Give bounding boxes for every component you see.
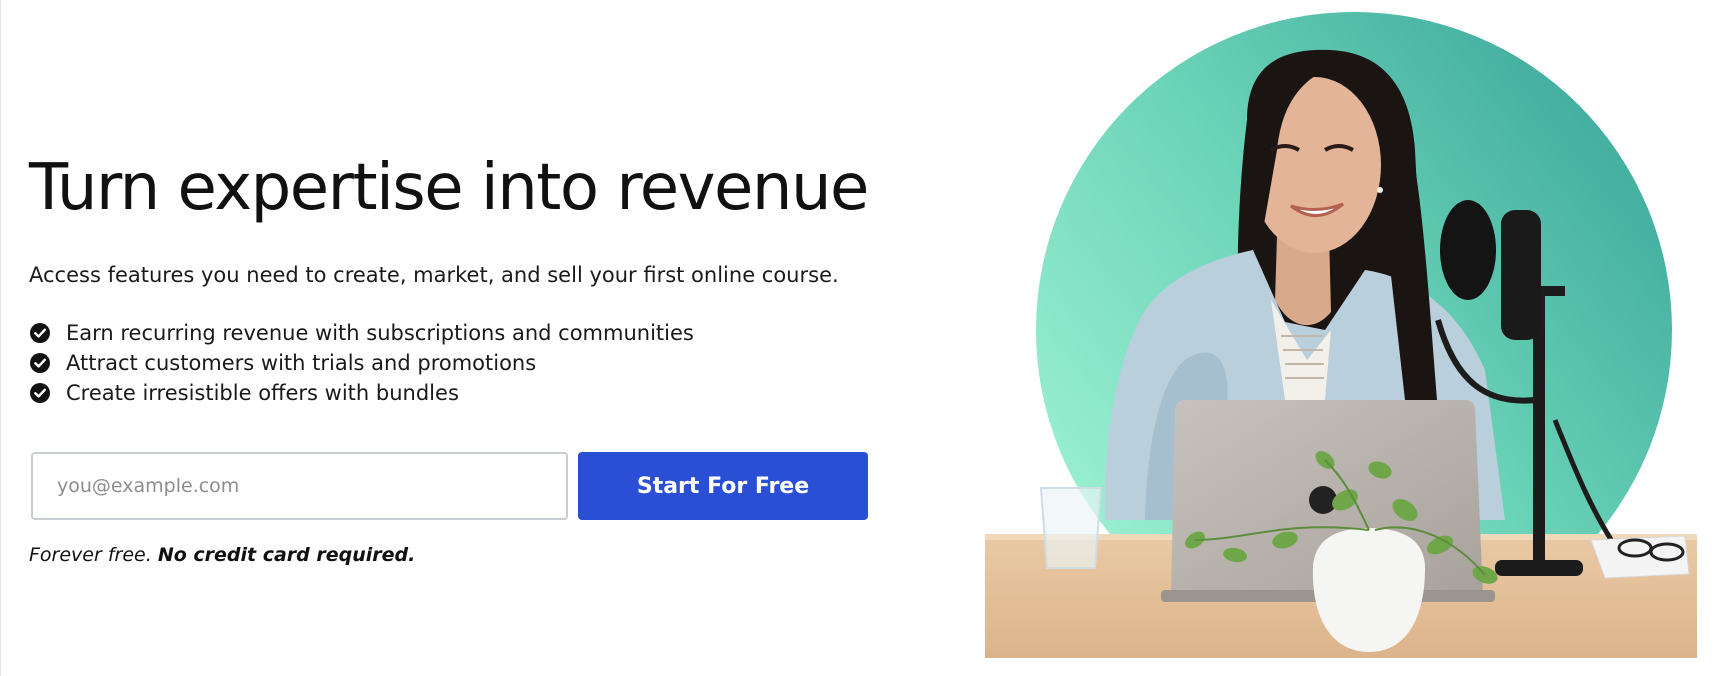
benefit-item: Attract customers with trials and promot… bbox=[29, 348, 694, 378]
benefit-item: Create irresistible offers with bundles bbox=[29, 378, 694, 408]
hero-illustration bbox=[985, 12, 1697, 658]
signup-form: Start For Free bbox=[31, 452, 868, 520]
benefit-text: Earn recurring revenue with subscription… bbox=[66, 321, 694, 345]
glass-shape bbox=[1039, 487, 1103, 569]
check-circle-icon bbox=[29, 322, 51, 344]
page-left-border bbox=[0, 0, 1, 676]
landing-page: Turn expertise into revenue Access featu… bbox=[0, 0, 1728, 676]
earring bbox=[1377, 187, 1383, 193]
note-prefix: Forever free. bbox=[29, 544, 152, 566]
email-input[interactable] bbox=[31, 452, 568, 520]
check-circle-icon bbox=[29, 352, 51, 374]
benefit-text: Create irresistible offers with bundles bbox=[66, 381, 459, 405]
hero-title: Turn expertise into revenue bbox=[29, 151, 869, 225]
hero-subtitle: Access features you need to create, mark… bbox=[29, 263, 839, 287]
benefit-item: Earn recurring revenue with subscription… bbox=[29, 318, 694, 348]
benefit-text: Attract customers with trials and promot… bbox=[66, 351, 537, 375]
signup-note: Forever free. No credit card required. bbox=[29, 544, 415, 566]
note-emphasis: No credit card required. bbox=[157, 544, 416, 566]
benefit-list: Earn recurring revenue with subscription… bbox=[29, 318, 694, 408]
check-circle-icon bbox=[29, 382, 51, 404]
start-for-free-button[interactable]: Start For Free bbox=[578, 452, 868, 520]
laptop-logo bbox=[1309, 486, 1337, 514]
